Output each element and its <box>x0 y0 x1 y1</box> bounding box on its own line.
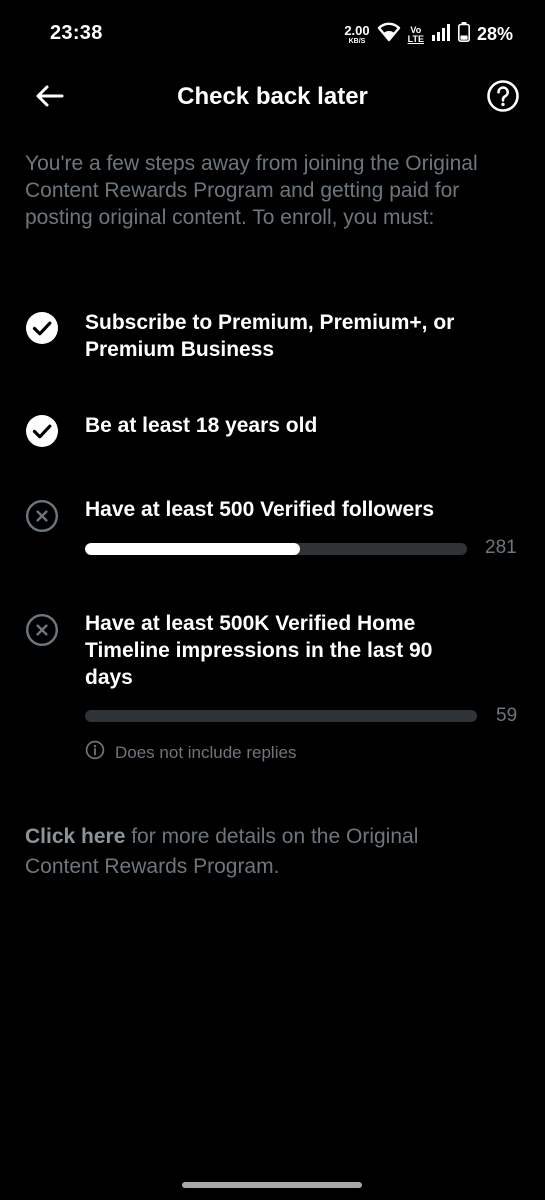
footer-text: Click here for more details on the Origi… <box>25 822 525 882</box>
progress-bar <box>85 543 467 555</box>
help-button[interactable] <box>485 79 521 118</box>
footer-text-line2: Content Rewards Program. <box>25 855 280 878</box>
requirement-text-line1: Subscribe to Premium, Premium+, or <box>85 311 455 334</box>
intro-text: You're a few steps away from joining the… <box>25 152 478 229</box>
requirement-text-line1: Have at least 500K Verified Home <box>85 612 416 635</box>
requirement-age: Be at least 18 years old <box>25 412 525 452</box>
volte-bottom: LTE <box>407 33 424 44</box>
requirement-premium: Subscribe to Premium, Premium+, or Premi… <box>25 308 525 368</box>
requirement-impressions: Have at least 500K Verified Home Timelin… <box>25 610 525 770</box>
progress-value: 59 <box>496 705 518 726</box>
requirement-text-line1: Be at least 18 years old <box>85 414 318 437</box>
info-icon <box>85 740 105 765</box>
note-text: Does not include replies <box>115 742 297 762</box>
app-header: Check back later <box>0 70 545 126</box>
progress-bar <box>85 710 477 722</box>
battery-icon <box>457 22 470 47</box>
volte-indicator: Vo LTE <box>407 25 424 44</box>
requirement-text-line1: Have at least 500 Verified followers <box>85 498 435 521</box>
home-indicator[interactable] <box>182 1182 362 1188</box>
network-speed-value: 2.00 <box>344 23 370 38</box>
requirement-text: Have at least 500 Verified followers <box>85 496 434 523</box>
requirement-text: Be at least 18 years old <box>85 412 317 439</box>
status-time: 23:38 <box>50 22 103 44</box>
requirement-followers: Have at least 500 Verified followers 281 <box>25 496 525 566</box>
status-icons: 2.00 KB/S Vo LTE 28% <box>344 22 513 47</box>
network-speed-unit: KB/S <box>348 38 366 45</box>
footer-text-line1: for more details on the Original <box>125 825 419 848</box>
requirement-text: Have at least 500K Verified Home Timelin… <box>85 610 432 691</box>
status-bar: 23:38 2.00 KB/S Vo LTE 28% <box>0 0 545 70</box>
page-title: Check back later <box>177 83 368 110</box>
check-circle-icon <box>25 414 59 448</box>
x-circle-icon <box>25 499 59 533</box>
requirement-text-line3: days <box>85 666 133 689</box>
signal-icon <box>431 23 451 46</box>
battery-percent: 28% <box>476 24 513 44</box>
click-here-link[interactable]: Click here <box>25 825 125 848</box>
question-circle-icon <box>486 79 520 118</box>
wifi-icon <box>377 22 401 47</box>
requirement-text-line2: Premium Business <box>85 338 275 361</box>
network-speed: 2.00 KB/S <box>344 24 369 45</box>
requirement-text: Subscribe to Premium, Premium+, or Premi… <box>85 309 454 363</box>
x-circle-icon <box>25 613 59 647</box>
requirement-note: Does not include replies <box>85 740 296 765</box>
progress-value: 281 <box>485 537 517 558</box>
progress-fill <box>85 543 300 555</box>
check-circle-icon <box>25 311 59 345</box>
requirement-text-line2: Timeline impressions in the last 90 <box>85 639 433 662</box>
